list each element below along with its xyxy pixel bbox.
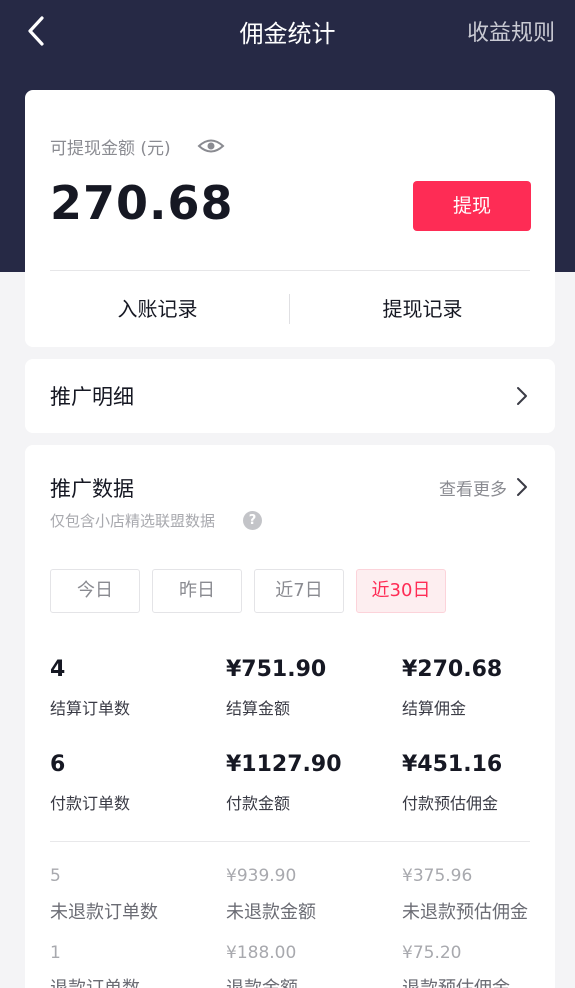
paid-amount-label: 付款金额 <box>226 794 291 813</box>
refunded-orders-label: 退款订单数 <box>50 974 140 988</box>
balance-amount: 270.68 <box>50 176 234 230</box>
chevron-right-icon[interactable] <box>515 476 529 498</box>
withdraw-button[interactable]: 提现 <box>413 181 531 231</box>
refunded-amount-label: 退款金额 <box>226 974 298 988</box>
refunded-commission-label: 退款预估佣金 <box>402 974 510 988</box>
view-more-link[interactable]: 查看更多 <box>439 475 507 500</box>
promotion-data-card: 推广数据 查看更多 仅包含小店精选联盟数据 ? 今日 昨日 近7日 近30日 4… <box>25 445 555 988</box>
help-icon[interactable]: ? <box>243 511 262 530</box>
chevron-right-icon <box>517 387 527 405</box>
paid-orders-value: 6 <box>50 752 66 777</box>
settled-commission-label: 结算佣金 <box>402 699 467 718</box>
promotion-data-title: 推广数据 <box>50 477 134 501</box>
divider <box>50 841 530 842</box>
refunded-commission-value: ¥75.20 <box>402 943 462 963</box>
earnings-rules-link[interactable]: 收益规则 <box>467 15 555 47</box>
unrefunded-orders-value: 5 <box>50 866 61 886</box>
settled-orders-value: 4 <box>50 657 66 682</box>
balance-card: 可提现金额 (元) 270.68 提现 入账记录 提现记录 <box>25 90 555 347</box>
paid-estimated-commission-value: ¥451.16 <box>402 752 503 777</box>
unrefunded-commission-label: 未退款预估佣金 <box>402 902 528 923</box>
unrefunded-amount-label: 未退款金额 <box>226 902 316 923</box>
tab-last-7-days[interactable]: 近7日 <box>254 569 344 613</box>
settled-commission-value: ¥270.68 <box>402 657 503 682</box>
paid-amount-value: ¥1127.90 <box>226 752 342 777</box>
tab-yesterday[interactable]: 昨日 <box>152 569 242 613</box>
refunded-amount-value: ¥188.00 <box>226 943 297 963</box>
refunded-orders-value: 1 <box>50 943 61 963</box>
nav-bar: 佣金统计 收益规则 <box>0 0 575 62</box>
unrefunded-orders-label: 未退款订单数 <box>50 902 158 923</box>
data-scope-note: 仅包含小店精选联盟数据 <box>50 512 216 530</box>
withdraw-records-button[interactable]: 提现记录 <box>290 271 555 347</box>
settled-amount-label: 结算金额 <box>226 699 291 718</box>
eye-icon[interactable] <box>197 134 225 158</box>
income-records-button[interactable]: 入账记录 <box>25 271 290 347</box>
settled-amount-value: ¥751.90 <box>226 657 327 682</box>
promotion-detail-row[interactable]: 推广明细 <box>25 359 555 433</box>
paid-orders-label: 付款订单数 <box>50 794 131 813</box>
tab-last-30-days[interactable]: 近30日 <box>356 569 446 613</box>
tab-today[interactable]: 今日 <box>50 569 140 613</box>
promotion-detail-title: 推广明细 <box>50 385 134 409</box>
unrefunded-amount-value: ¥939.90 <box>226 866 297 886</box>
settled-orders-label: 结算订单数 <box>50 699 131 718</box>
unrefunded-commission-value: ¥375.96 <box>402 866 473 886</box>
balance-label: 可提现金额 (元) <box>50 139 171 159</box>
paid-estimated-commission-label: 付款预估佣金 <box>402 794 499 813</box>
